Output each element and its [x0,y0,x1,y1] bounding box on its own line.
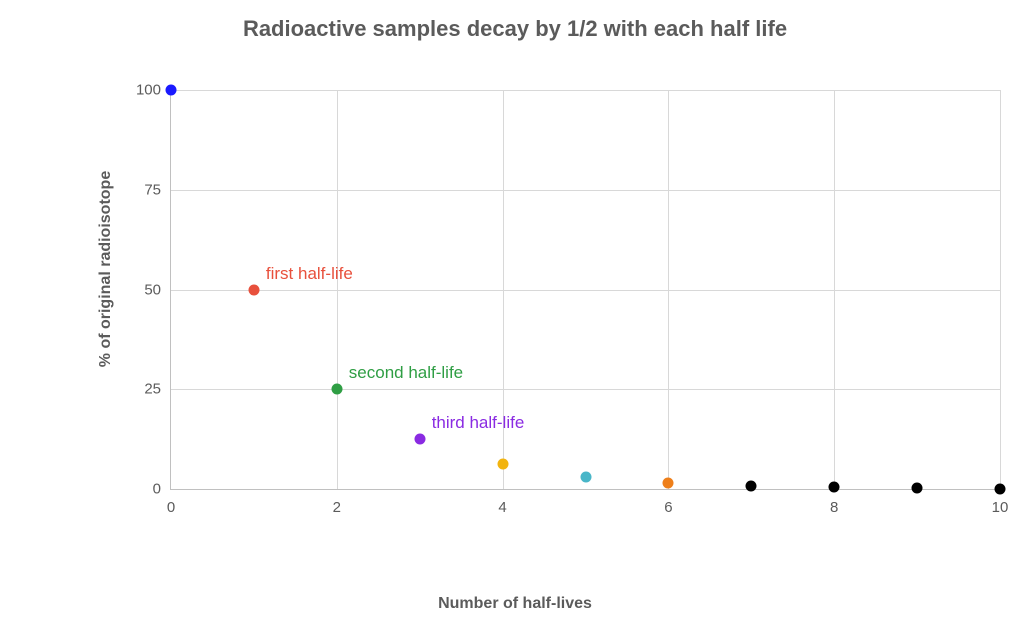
data-point [995,483,1006,494]
data-point [414,434,425,445]
y-tick-label: 75 [144,181,171,198]
gridline-horizontal [171,389,1000,390]
x-tick-label: 2 [333,489,341,516]
data-point [663,477,674,488]
x-axis-label: Number of half-lives [0,595,1030,613]
x-tick-label: 4 [498,489,506,516]
y-tick-label: 25 [144,381,171,398]
gridline-horizontal [171,90,1000,91]
gridline-vertical [834,90,835,489]
x-tick-label: 0 [167,489,175,516]
x-tick-label: 6 [664,489,672,516]
data-point [829,482,840,493]
data-point [166,85,177,96]
plot-area: 02550751000246810first half-lifesecond h… [110,60,1010,540]
data-point [248,284,259,295]
data-point [331,384,342,395]
chart-container: Radioactive samples decay by 1/2 with ea… [0,0,1030,637]
data-point [912,483,923,494]
gridline-horizontal [171,190,1000,191]
gridline-vertical [1000,90,1001,489]
gridline-horizontal [171,290,1000,291]
data-point [580,471,591,482]
point-annotation: third half-life [432,413,525,433]
point-annotation: second half-life [349,363,463,383]
point-annotation: first half-life [266,264,353,284]
y-tick-label: 50 [144,281,171,298]
plot-inner: 02550751000246810first half-lifesecond h… [170,90,1000,490]
data-point [746,480,757,491]
gridline-vertical [668,90,669,489]
data-point [497,459,508,470]
x-tick-label: 8 [830,489,838,516]
gridline-vertical [337,90,338,489]
